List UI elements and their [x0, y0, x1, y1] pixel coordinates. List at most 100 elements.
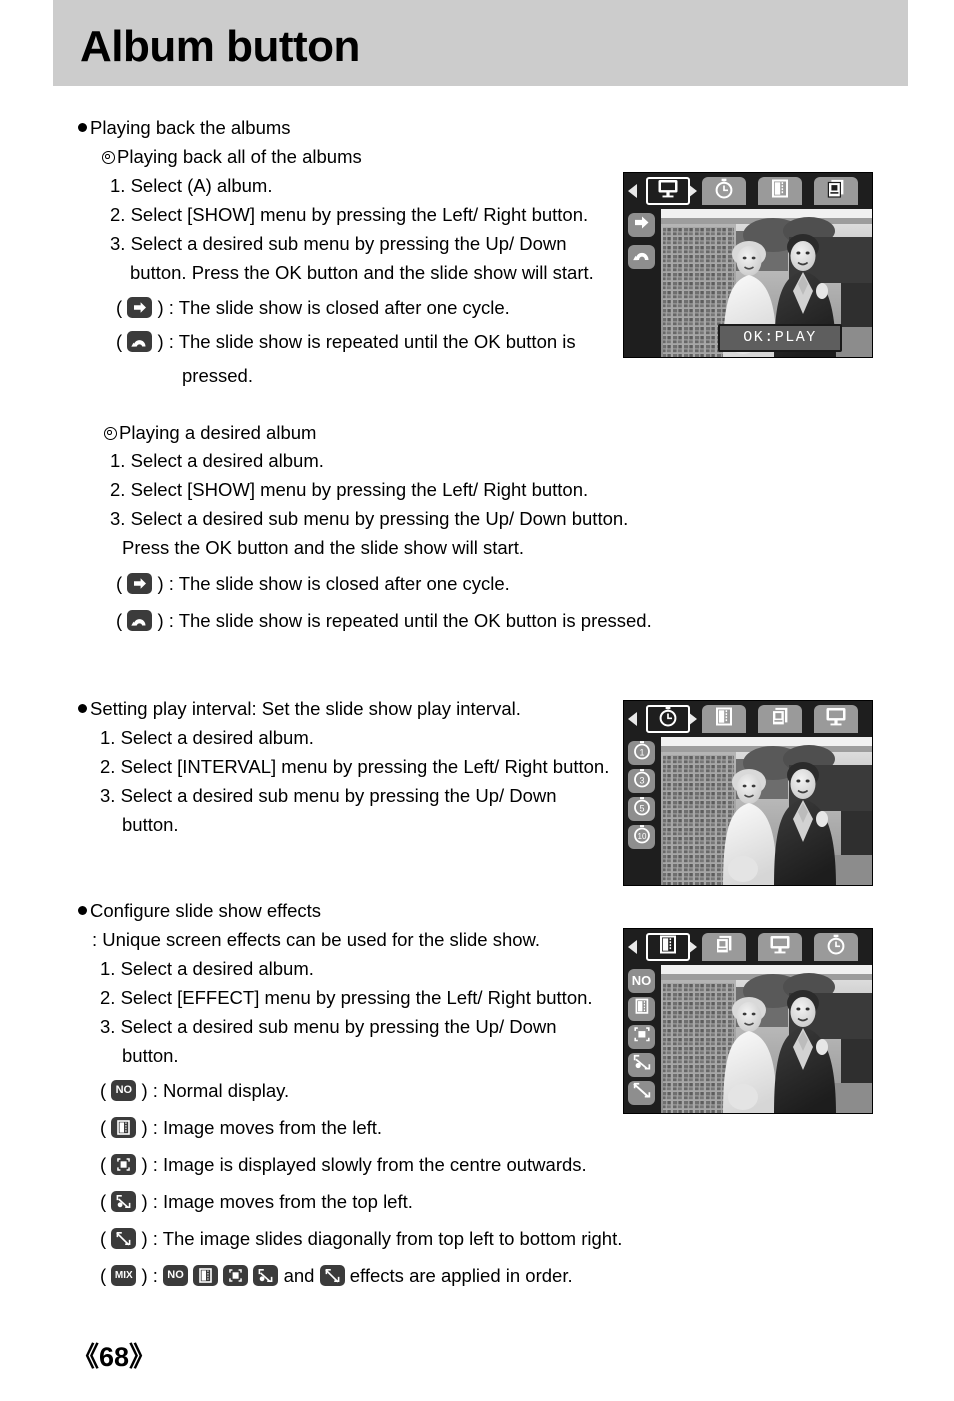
mix-effect-note: ( MIX ) : NO and effects are applied in … [100, 1265, 573, 1286]
icon-note: ( ) : The slide show is closed after one… [116, 297, 510, 318]
arrow-right-icon [127, 297, 153, 318]
effect-note: ( ) : Image moves from the top left. [100, 1191, 413, 1212]
step-item: 1. Select a desired album. [100, 727, 314, 748]
section-colon-line: : Unique screen effects can be used for … [92, 929, 541, 950]
icon-note: ( ) : The slide show is repeated until t… [116, 331, 576, 352]
move-top-left-icon [111, 1191, 137, 1212]
double-circle-icon [102, 151, 115, 164]
step-item: 2. Select [SHOW] menu by pressing the Le… [110, 479, 589, 500]
tab-interval[interactable] [646, 705, 690, 733]
move-top-left-icon [253, 1265, 279, 1286]
lcd-screenshot-interval-menu: 1 3 5 10 [623, 700, 873, 886]
bullet-dot-icon [78, 123, 87, 132]
centre-outwards-icon[interactable] [628, 1025, 655, 1049]
album-photos-icon [713, 934, 735, 961]
step-item: 2. Select [INTERVAL] menu by pressing th… [100, 756, 610, 777]
tab-album[interactable] [814, 177, 858, 205]
move-top-left-icon[interactable] [628, 1053, 655, 1077]
step-item: button. Press the OK button and the slid… [130, 262, 594, 283]
step-item: 1. Select a desired album. [110, 450, 324, 471]
stopwatch-3-icon[interactable]: 3 [628, 769, 655, 793]
stopwatch-5-icon[interactable]: 5 [628, 797, 655, 821]
arrow-right-icon [127, 573, 153, 594]
svg-text:3: 3 [639, 776, 644, 786]
tab-slideshow[interactable] [814, 705, 858, 733]
effect-note: ( ) : The image slides diagonally from t… [100, 1228, 623, 1249]
stopwatch-1-icon[interactable]: 1 [628, 741, 655, 765]
chevron-left-icon[interactable] [628, 184, 637, 198]
step-item: 1. Select (A) album. [110, 175, 273, 196]
icon-note: ( ) : The slide show is closed after one… [116, 573, 510, 594]
tab-album[interactable] [758, 705, 802, 733]
section-heading-setting-play-interval: Setting play interval: Set the slide sho… [78, 694, 521, 723]
album-photos-icon [769, 706, 791, 733]
step-item: 2. Select [EFFECT] menu by pressing the … [100, 987, 593, 1008]
interval-stopwatch-icon [824, 934, 848, 961]
step-item: Press the OK button and the slide show w… [122, 537, 525, 558]
lcd-tab-bar [624, 929, 872, 965]
lcd-screenshot-show-menu: OK:PLAY [623, 172, 873, 358]
ok-play-label: OK:PLAY [718, 324, 842, 352]
effect-filmstrip-icon [657, 934, 679, 961]
chevron-left-icon[interactable] [628, 940, 637, 954]
svg-text:5: 5 [639, 804, 644, 814]
repeat-loop-icon [127, 331, 153, 352]
step-item: button. [122, 814, 179, 835]
tab-interval[interactable] [814, 933, 858, 961]
step-item: 2. Select [SHOW] menu by pressing the Le… [110, 204, 589, 225]
step-item: button. [122, 1045, 179, 1066]
album-photos-icon [825, 178, 847, 205]
tab-interval[interactable] [702, 177, 746, 205]
diagonal-slide-icon [111, 1228, 137, 1249]
effect-filmstrip-icon [769, 178, 791, 205]
centre-outwards-icon [223, 1265, 249, 1286]
step-item: 3. Select a desired sub menu by pressing… [100, 785, 557, 806]
slideshow-monitor-icon [767, 934, 793, 961]
diagonal-slide-icon[interactable] [628, 1081, 655, 1105]
step-item: 3. Select a desired sub menu by pressing… [110, 233, 567, 254]
step-item: 3. Select a desired sub menu by pressing… [100, 1016, 557, 1037]
step-item: 1. Select a desired album. [100, 958, 314, 979]
svg-text:1: 1 [639, 748, 644, 758]
bullet-dot-icon [78, 704, 87, 713]
subheading-playing-desired-album: Playing a desired album [104, 418, 316, 447]
step-item: 3. Select a desired sub menu by pressing… [110, 508, 629, 529]
no-effect-icon[interactable]: NO [628, 969, 655, 993]
double-circle-icon [104, 427, 117, 440]
slide-from-left-icon [193, 1265, 219, 1286]
centre-outwards-icon [111, 1154, 137, 1175]
tab-slideshow[interactable] [758, 933, 802, 961]
arrow-right-icon[interactable] [628, 213, 655, 237]
lcd-screenshot-effect-menu: NO [623, 928, 873, 1114]
icon-note: ( ) : The slide show is repeated until t… [116, 610, 652, 631]
mix-icon: MIX [111, 1265, 137, 1286]
no-effect-icon: NO [163, 1265, 189, 1286]
repeat-loop-icon[interactable] [628, 245, 655, 269]
lcd-tab-bar [624, 701, 872, 737]
interval-stopwatch-icon [712, 178, 736, 205]
chevron-left-icon[interactable] [628, 712, 637, 726]
icon-note-continuation: pressed. [182, 365, 253, 386]
section-heading-playing-back-albums: Playing back the albums [78, 113, 291, 142]
tab-album[interactable] [702, 933, 746, 961]
lcd-preview-photo [661, 965, 872, 1113]
tab-effect[interactable] [702, 705, 746, 733]
slide-from-left-icon[interactable] [628, 997, 655, 1021]
bullet-dot-icon [78, 906, 87, 915]
tab-effect[interactable] [758, 177, 802, 205]
no-effect-icon: NO [111, 1080, 137, 1101]
effect-note: ( ) : Image is displayed slowly from the… [100, 1154, 587, 1175]
repeat-loop-icon [127, 610, 153, 631]
slideshow-monitor-icon [655, 178, 681, 205]
slide-from-left-icon [111, 1117, 137, 1138]
stopwatch-10-icon[interactable]: 10 [628, 825, 655, 849]
diagonal-slide-icon [319, 1265, 345, 1286]
tab-effect[interactable] [646, 933, 690, 961]
effect-note: ( ) : Image moves from the left. [100, 1117, 383, 1138]
slideshow-monitor-icon [823, 706, 849, 733]
interval-stopwatch-icon [656, 706, 680, 733]
svg-text:10: 10 [637, 832, 646, 841]
section-heading-configure-effects: Configure slide show effects [78, 896, 321, 925]
lcd-tab-bar [624, 173, 872, 209]
tab-slideshow[interactable] [646, 177, 690, 205]
